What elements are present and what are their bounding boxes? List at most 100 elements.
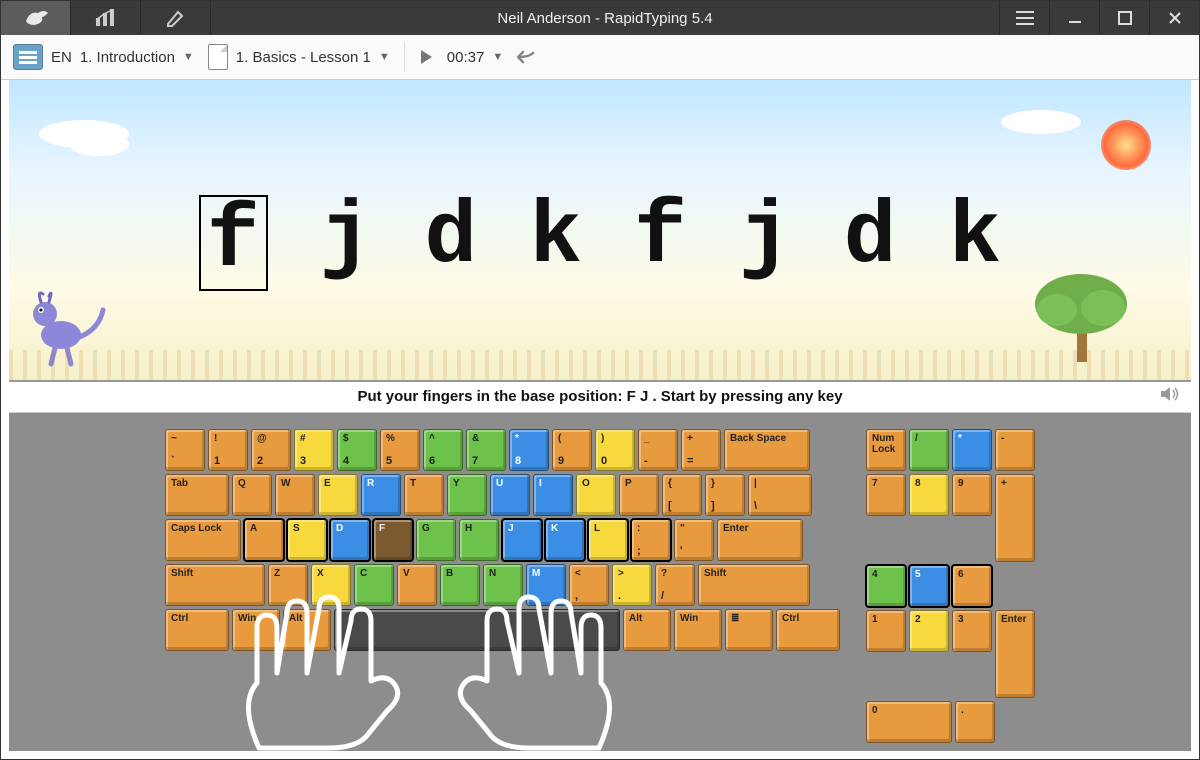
key-back-space[interactable]: Back Space — [724, 429, 810, 471]
key--[interactable]: {[ — [662, 474, 702, 516]
maximize-button[interactable] — [1099, 1, 1149, 35]
key--[interactable]: / — [909, 429, 949, 471]
key-q[interactable]: Q — [232, 474, 272, 516]
menu-button[interactable] — [999, 1, 1049, 35]
lesson-select[interactable]: 1. Basics - Lesson 1 ▼ — [208, 44, 390, 70]
key--[interactable]: #3 — [294, 429, 334, 471]
key-7[interactable]: 7 — [866, 474, 906, 516]
key--[interactable]: @2 — [251, 429, 291, 471]
key-v[interactable]: V — [397, 564, 437, 606]
key-n[interactable]: N — [483, 564, 523, 606]
key--[interactable]: "' — [674, 519, 714, 561]
key--[interactable]: !1 — [208, 429, 248, 471]
key-f[interactable]: F — [373, 519, 413, 561]
chevron-down-icon: ▼ — [379, 51, 390, 63]
course-select[interactable]: EN 1. Introduction ▼ — [13, 44, 194, 70]
key--[interactable]: * — [952, 429, 992, 471]
key-o[interactable]: O — [576, 474, 616, 516]
key-3[interactable]: 3 — [952, 610, 992, 652]
key-g[interactable]: G — [416, 519, 456, 561]
key--[interactable]: %5 — [380, 429, 420, 471]
key--[interactable]: += — [681, 429, 721, 471]
key-a[interactable]: A — [244, 519, 284, 561]
key-m[interactable]: M — [526, 564, 566, 606]
key--[interactable]: _- — [638, 429, 678, 471]
key-l[interactable]: L — [588, 519, 628, 561]
key-shift[interactable]: Shift — [698, 564, 810, 606]
key-enter[interactable]: Enter — [995, 610, 1035, 698]
key-u[interactable]: U — [490, 474, 530, 516]
key--[interactable]: >. — [612, 564, 652, 606]
key-s[interactable]: S — [287, 519, 327, 561]
key-alt[interactable]: Alt — [283, 609, 331, 651]
key--[interactable]: )0 — [595, 429, 635, 471]
key-8[interactable]: 8 — [909, 474, 949, 516]
key-win[interactable]: Win — [232, 609, 280, 651]
key--[interactable]: ^6 — [423, 429, 463, 471]
mode-lesson-button[interactable] — [1, 1, 71, 35]
key-e[interactable]: E — [318, 474, 358, 516]
key--[interactable]: :; — [631, 519, 671, 561]
key-p[interactable]: P — [619, 474, 659, 516]
key-b[interactable]: B — [440, 564, 480, 606]
key-j[interactable]: J — [502, 519, 542, 561]
key-t[interactable]: T — [404, 474, 444, 516]
lesson-letter: d — [424, 195, 477, 291]
key--[interactable]: ?/ — [655, 564, 695, 606]
keyboard-panel: ~`!1@2#3$4%5^6&7*8(9)0_-+=Back SpaceTabQ… — [9, 413, 1191, 751]
key-space[interactable] — [334, 609, 620, 651]
course-lang: EN — [51, 49, 72, 66]
key-ctrl[interactable]: Ctrl — [776, 609, 840, 651]
key-d[interactable]: D — [330, 519, 370, 561]
key-6[interactable]: 6 — [952, 565, 992, 607]
key--[interactable]: }] — [705, 474, 745, 516]
key-k[interactable]: K — [545, 519, 585, 561]
undo-button[interactable] — [517, 49, 537, 65]
minimize-icon — [1067, 10, 1083, 26]
key-x[interactable]: X — [311, 564, 351, 606]
key-caps-lock[interactable]: Caps Lock — [165, 519, 241, 561]
key-9[interactable]: 9 — [952, 474, 992, 516]
key-shift[interactable]: Shift — [165, 564, 265, 606]
key-c[interactable]: C — [354, 564, 394, 606]
key--[interactable]: ≣ — [725, 609, 773, 651]
mode-stats-button[interactable] — [71, 1, 141, 35]
close-button[interactable] — [1149, 1, 1199, 35]
key-h[interactable]: H — [459, 519, 499, 561]
key-2[interactable]: 2 — [909, 610, 949, 652]
key-1[interactable]: 1 — [866, 610, 906, 652]
key-enter[interactable]: Enter — [717, 519, 803, 561]
key-y[interactable]: Y — [447, 474, 487, 516]
key-0[interactable]: 0 — [866, 701, 952, 743]
key-win[interactable]: Win — [674, 609, 722, 651]
key-5[interactable]: 5 — [909, 565, 949, 607]
key--[interactable]: - — [995, 429, 1035, 471]
key--[interactable]: $4 — [337, 429, 377, 471]
key--[interactable]: . — [955, 701, 995, 743]
key-alt[interactable]: Alt — [623, 609, 671, 651]
key-r[interactable]: R — [361, 474, 401, 516]
key-ctrl[interactable]: Ctrl — [165, 609, 229, 651]
time-select[interactable]: 00:37 ▼ — [447, 49, 503, 66]
key--[interactable]: (9 — [552, 429, 592, 471]
speaker-button[interactable] — [1159, 385, 1181, 408]
key-z[interactable]: Z — [268, 564, 308, 606]
key-4[interactable]: 4 — [866, 565, 906, 607]
play-button[interactable] — [419, 49, 433, 65]
key--[interactable]: *8 — [509, 429, 549, 471]
key-tab[interactable]: Tab — [165, 474, 229, 516]
key-i[interactable]: I — [533, 474, 573, 516]
key-w[interactable]: W — [275, 474, 315, 516]
document-icon — [208, 44, 228, 70]
chevron-down-icon: ▼ — [492, 51, 503, 63]
key--[interactable]: + — [995, 474, 1035, 562]
key--[interactable]: &7 — [466, 429, 506, 471]
key--[interactable]: |\ — [748, 474, 812, 516]
key--[interactable]: <, — [569, 564, 609, 606]
mode-editor-button[interactable] — [141, 1, 211, 35]
course-icon — [13, 44, 43, 70]
minimize-button[interactable] — [1049, 1, 1099, 35]
numpad-row: Num Lock/*- — [866, 429, 1035, 471]
key--[interactable]: ~` — [165, 429, 205, 471]
key-num-lock[interactable]: Num Lock — [866, 429, 906, 471]
